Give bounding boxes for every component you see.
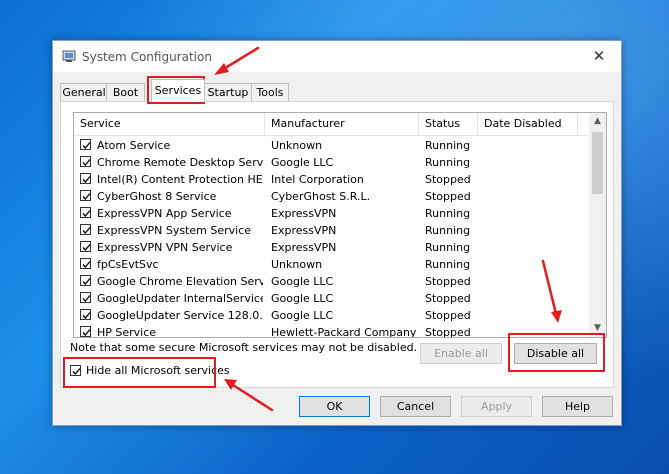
checkmark-icon xyxy=(82,278,91,285)
service-manufacturer: Google LLC xyxy=(271,275,334,288)
service-name: fpCsEvtSvc xyxy=(97,258,159,271)
table-row[interactable]: GoogleUpdater Service 128.0.6... Google L… xyxy=(74,307,588,324)
table-row[interactable]: Atom Service Unknown Running xyxy=(74,137,588,154)
checkmark-icon xyxy=(82,210,91,217)
close-button[interactable]: ✕ xyxy=(577,41,621,72)
service-name: GoogleUpdater InternalService ... xyxy=(97,292,263,305)
table-row[interactable]: CyberGhost 8 Service CyberGhost S.R.L. Sto… xyxy=(74,188,588,205)
service-checkbox[interactable] xyxy=(80,258,91,269)
table-row[interactable]: ExpressVPN App Service ExpressVPN Running xyxy=(74,205,588,222)
table-row[interactable]: fpCsEvtSvc Unknown Running xyxy=(74,256,588,273)
service-checkbox[interactable] xyxy=(80,275,91,286)
tab-startup[interactable]: Startup xyxy=(203,83,253,101)
tab-boot[interactable]: Boot xyxy=(106,83,145,101)
service-name: HP Service xyxy=(97,326,157,338)
column-header-manufacturer[interactable]: Manufacturer xyxy=(265,113,419,135)
service-name: ExpressVPN VPN Service xyxy=(97,241,233,254)
hide-microsoft-highlight xyxy=(63,357,216,388)
checkmark-icon xyxy=(82,176,91,183)
service-manufacturer: Google LLC xyxy=(271,292,334,305)
service-status: Stopped xyxy=(425,190,471,203)
list-header: Service Manufacturer Status Date Disable… xyxy=(74,113,588,136)
enable-all-button[interactable]: Enable all xyxy=(420,343,502,364)
apply-button[interactable]: Apply xyxy=(461,396,532,417)
service-status: Stopped xyxy=(425,309,471,322)
service-name: Google Chrome Elevation Servic... xyxy=(97,275,263,288)
service-checkbox[interactable] xyxy=(80,207,91,218)
service-manufacturer: Unknown xyxy=(271,258,323,271)
checkmark-icon xyxy=(82,193,91,200)
msconfig-app-icon xyxy=(62,50,76,62)
table-row[interactable]: Intel(R) Content Protection HEC... Intel … xyxy=(74,171,588,188)
service-manufacturer: ExpressVPN xyxy=(271,224,337,237)
service-checkbox[interactable] xyxy=(80,190,91,201)
service-manufacturer: ExpressVPN xyxy=(271,241,337,254)
tab-general[interactable]: General xyxy=(60,83,108,101)
tab-services[interactable]: Services xyxy=(151,79,205,102)
checkmark-icon xyxy=(82,329,91,336)
tab-tools[interactable]: Tools xyxy=(251,83,289,101)
service-name: GoogleUpdater Service 128.0.6... xyxy=(97,309,263,322)
service-status: Stopped xyxy=(425,326,471,338)
service-name: Atom Service xyxy=(97,139,171,152)
vertical-scrollbar[interactable]: ▲ ▼ xyxy=(589,113,606,337)
table-row[interactable]: GoogleUpdater InternalService ... Google … xyxy=(74,290,588,307)
ok-button[interactable]: OK xyxy=(299,396,370,417)
service-checkbox[interactable] xyxy=(80,326,91,337)
service-status: Stopped xyxy=(425,292,471,305)
service-manufacturer: ExpressVPN xyxy=(271,207,337,220)
help-button[interactable]: Help xyxy=(542,396,613,417)
service-status: Running xyxy=(425,224,471,237)
title-bar: System Configuration ✕ xyxy=(53,41,621,72)
service-checkbox[interactable] xyxy=(80,173,91,184)
table-row[interactable]: Google Chrome Elevation Servic... Google … xyxy=(74,273,588,290)
service-name: CyberGhost 8 Service xyxy=(97,190,217,203)
column-header-date-disabled[interactable]: Date Disabled xyxy=(478,113,578,135)
service-manufacturer: Unknown xyxy=(271,139,323,152)
service-checkbox[interactable] xyxy=(80,292,91,303)
cancel-button[interactable]: Cancel xyxy=(380,396,451,417)
service-manufacturer: Hewlett-Packard Company xyxy=(271,326,417,338)
service-manufacturer: Google LLC xyxy=(271,309,334,322)
service-status: Stopped xyxy=(425,173,471,186)
column-header-service[interactable]: Service xyxy=(74,113,265,135)
services-list[interactable]: Service Manufacturer Status Date Disable… xyxy=(73,112,607,338)
service-manufacturer: Google LLC xyxy=(271,156,334,169)
service-name: Intel(R) Content Protection HEC... xyxy=(97,173,263,186)
service-status: Running xyxy=(425,258,471,271)
table-row[interactable]: ExpressVPN VPN Service ExpressVPN Running xyxy=(74,239,588,256)
service-rows: Atom Service Unknown Running Chrome Remote … xyxy=(74,137,588,338)
table-row[interactable]: Chrome Remote Desktop Service Google LLC R… xyxy=(74,154,588,171)
column-header-status[interactable]: Status xyxy=(419,113,478,135)
checkmark-icon xyxy=(82,142,91,149)
table-row[interactable]: ExpressVPN System Service ExpressVPN Runni… xyxy=(74,222,588,239)
service-checkbox[interactable] xyxy=(80,156,91,167)
window-title: System Configuration xyxy=(82,50,212,64)
checkmark-icon xyxy=(82,227,91,234)
service-checkbox[interactable] xyxy=(80,241,91,252)
close-icon: ✕ xyxy=(592,47,606,65)
service-manufacturer: Intel Corporation xyxy=(271,173,364,186)
checkmark-icon xyxy=(82,261,91,268)
service-checkbox[interactable] xyxy=(80,224,91,235)
scroll-up-icon[interactable]: ▲ xyxy=(589,113,606,130)
checkmark-icon xyxy=(82,159,91,166)
disable-all-highlight xyxy=(508,333,605,372)
service-status: Running xyxy=(425,156,471,169)
secure-services-note: Note that some secure Microsoft services… xyxy=(70,341,418,354)
service-name: Chrome Remote Desktop Service xyxy=(97,156,263,169)
checkmark-icon xyxy=(82,312,91,319)
service-checkbox[interactable] xyxy=(80,139,91,150)
service-status: Running xyxy=(425,139,471,152)
service-checkbox[interactable] xyxy=(80,309,91,320)
service-status: Stopped xyxy=(425,275,471,288)
service-status: Running xyxy=(425,241,471,254)
service-name: ExpressVPN System Service xyxy=(97,224,252,237)
scroll-thumb[interactable] xyxy=(592,132,603,194)
checkmark-icon xyxy=(82,244,91,251)
checkmark-icon xyxy=(82,295,91,302)
service-name: ExpressVPN App Service xyxy=(97,207,232,220)
service-status: Running xyxy=(425,207,471,220)
service-manufacturer: CyberGhost S.R.L. xyxy=(271,190,371,203)
